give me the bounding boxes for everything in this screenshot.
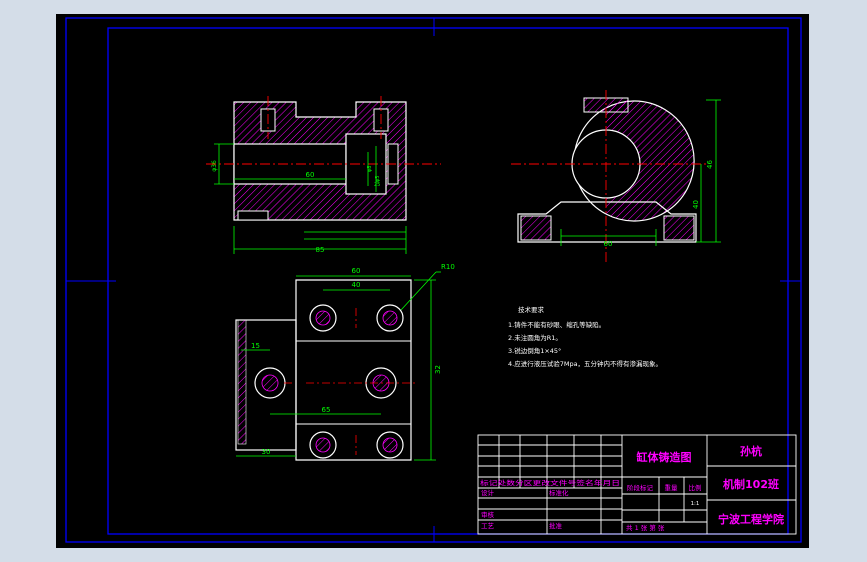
- tech-note-3: 3.锐边倒角1×45°: [508, 346, 561, 355]
- dim-top-radius: R10: [441, 263, 455, 271]
- row-process: 工艺: [481, 522, 495, 530]
- revision-header: 标记处数分区更改文件号签名年月日: [480, 478, 620, 487]
- cad-drawing: 85 60 φ36 φ8 φ5 25 46 40 60 60 40 R10 15…: [65, 17, 802, 543]
- drawing-school: 宁波工程学院: [718, 512, 784, 526]
- row-approve: 批准: [549, 521, 563, 530]
- tech-notes-heading: 技术要求: [518, 305, 545, 314]
- dim-side-total: 40: [692, 200, 700, 209]
- drawing-class: 机制102班: [723, 477, 779, 491]
- dim-front-small-c: 25: [374, 182, 380, 188]
- front-section-view: [206, 96, 441, 254]
- side-view: [511, 90, 721, 262]
- dim-top-left-offset: 15: [251, 342, 260, 350]
- scale-label: 比例: [689, 483, 702, 492]
- scale-value: 1:1: [691, 501, 700, 507]
- dim-front-bore-length: 60: [306, 171, 315, 179]
- drawing-author: 孙杭: [740, 444, 762, 458]
- dim-top-hole-span: 65: [322, 406, 331, 414]
- dim-front-width: 85: [316, 246, 325, 254]
- dim-top-base: 30: [262, 448, 271, 456]
- dim-top-outer: 60: [352, 267, 361, 275]
- weight-label: 重量: [665, 484, 679, 492]
- cad-viewport[interactable]: 85 60 φ36 φ8 φ5 25 46 40 60 60 40 R10 15…: [56, 14, 809, 548]
- dim-top-inner: 40: [352, 281, 361, 289]
- top-view: [235, 271, 441, 461]
- row-review: 审核: [481, 510, 495, 519]
- technical-notes: 技术要求 1.铸件不能有砂眼、缩孔等缺陷。 2.未注圆角为R1。 3.锐边倒角1…: [508, 305, 662, 368]
- sheets-label: 共 1 张 第 张: [626, 523, 665, 532]
- row-standard: 标准化: [549, 488, 569, 497]
- dim-top-height: 32: [434, 365, 442, 374]
- dim-front-small-a: φ8: [367, 166, 373, 172]
- tech-note-1: 1.铸件不能有砂眼、缩孔等缺陷。: [508, 320, 605, 329]
- tech-note-4: 4.应进行液压试验7Mpa，五分钟内不得有渗漏现象。: [508, 359, 662, 368]
- stage-label: 阶段标记: [627, 483, 654, 492]
- dim-side-base: 60: [604, 240, 613, 248]
- dim-front-bore-dia: φ36: [211, 160, 218, 172]
- tech-note-2: 2.未注圆角为R1。: [508, 333, 562, 342]
- drawing-title: 缸体铸造图: [636, 450, 692, 464]
- row-design: 设计: [481, 488, 495, 497]
- dim-side-height: 46: [706, 160, 714, 169]
